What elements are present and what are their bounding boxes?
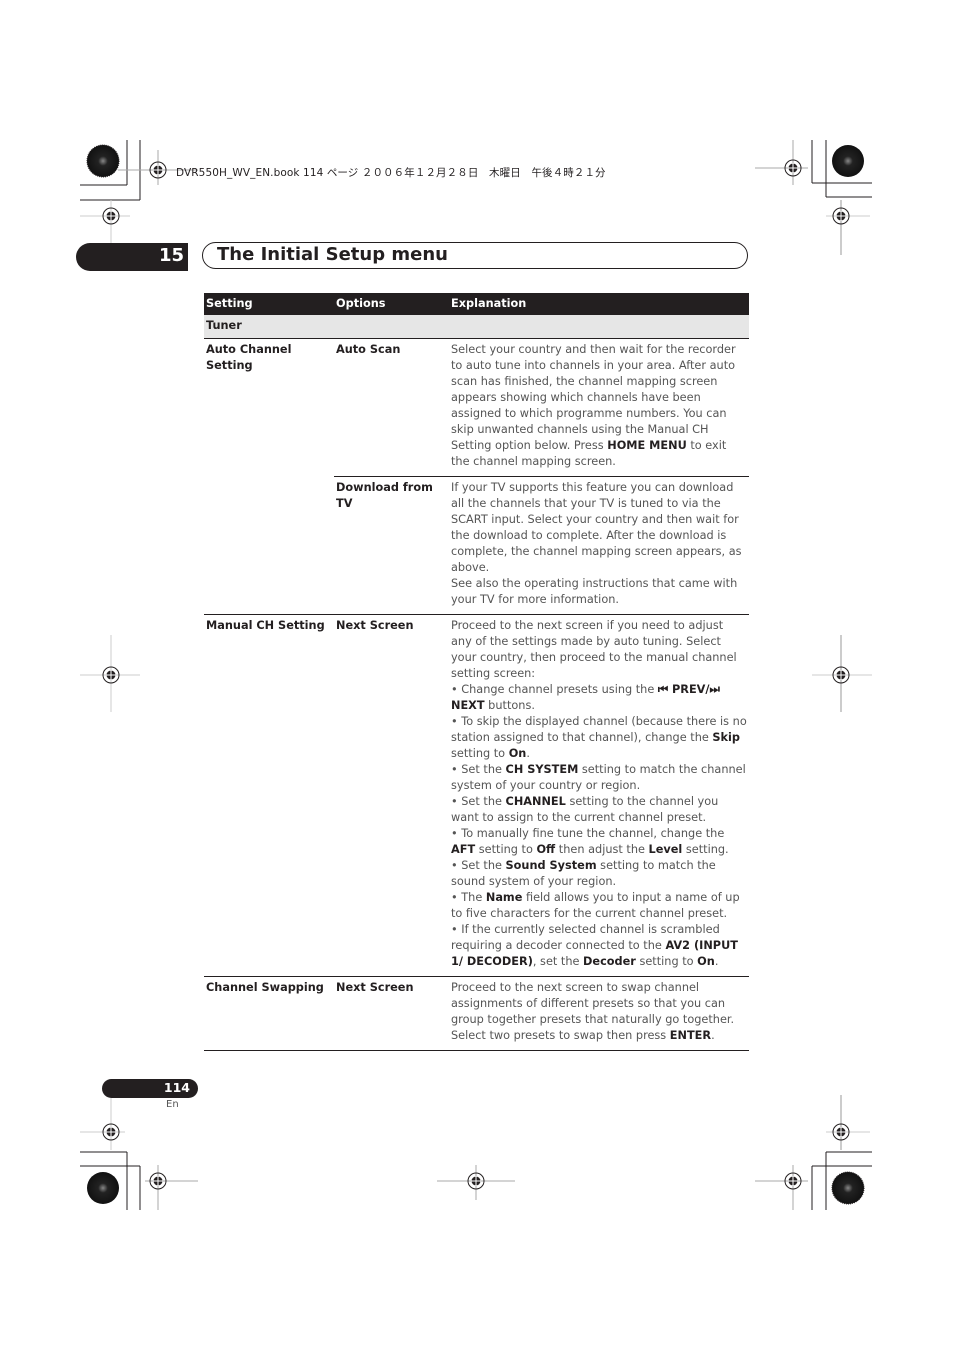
crop-mark-bottom-right <box>755 1095 872 1210</box>
header-options: Options <box>334 293 449 315</box>
crop-mark-top-left <box>80 140 198 255</box>
setting-cell: Manual CH Setting <box>204 614 334 977</box>
explanation-cell: Select your country and then wait for th… <box>449 338 749 477</box>
option-cell: Next Screen <box>334 614 449 977</box>
explanation-cell: If your TV supports this feature you can… <box>449 476 749 615</box>
section-row: Tuner <box>204 315 749 339</box>
header-setting: Setting <box>204 293 334 315</box>
option-cell: Download from TV <box>334 476 449 615</box>
color-target-icon <box>87 1172 119 1204</box>
registration-mark-bottom-center <box>437 1165 515 1200</box>
header-explanation: Explanation <box>449 293 749 315</box>
chapter-title-box: The Initial Setup menu <box>202 242 748 269</box>
registration-mark-mid-left <box>80 635 140 712</box>
chapter-title: The Initial Setup menu <box>217 244 448 265</box>
option-cell: Next Screen <box>334 976 449 1051</box>
setup-table: Setting Options Explanation Tuner Auto C… <box>204 293 749 1051</box>
section-tuner: Tuner <box>204 315 749 339</box>
page-language: En <box>166 1099 179 1110</box>
table-row: Download from TV If your TV supports thi… <box>204 476 749 615</box>
table-header-row: Setting Options Explanation <box>204 293 749 315</box>
explanation-cell: Proceed to the next screen to swap chann… <box>449 976 749 1051</box>
table-row: Auto Channel Setting Auto Scan Select yo… <box>204 338 749 477</box>
registration-mark-mid-right <box>812 635 872 712</box>
explanation-cell: Proceed to the next screen if you need t… <box>449 614 749 977</box>
page-number-pill: 114 <box>102 1079 198 1098</box>
setting-cell: Channel Swapping <box>204 976 334 1051</box>
color-target-icon <box>831 1171 865 1205</box>
setting-cell: Auto Channel Setting <box>204 338 334 477</box>
color-target-icon <box>86 144 120 178</box>
page-number: 114 <box>163 1080 190 1095</box>
table-row: Manual CH Setting Next Screen Proceed to… <box>204 614 749 977</box>
book-header: DVR550H_WV_EN.book 114 ページ ２００６年１２月２８日 木… <box>176 167 606 179</box>
crop-mark-bottom-left <box>80 1098 198 1210</box>
chapter-number: 15 <box>158 245 184 266</box>
option-cell: Auto Scan <box>334 338 449 477</box>
chapter-tab: 15 <box>76 243 188 271</box>
setting-cell <box>204 477 334 615</box>
table-row: Channel Swapping Next Screen Proceed to … <box>204 976 749 1051</box>
crop-mark-top-right <box>755 140 872 255</box>
color-target-icon <box>832 145 864 177</box>
